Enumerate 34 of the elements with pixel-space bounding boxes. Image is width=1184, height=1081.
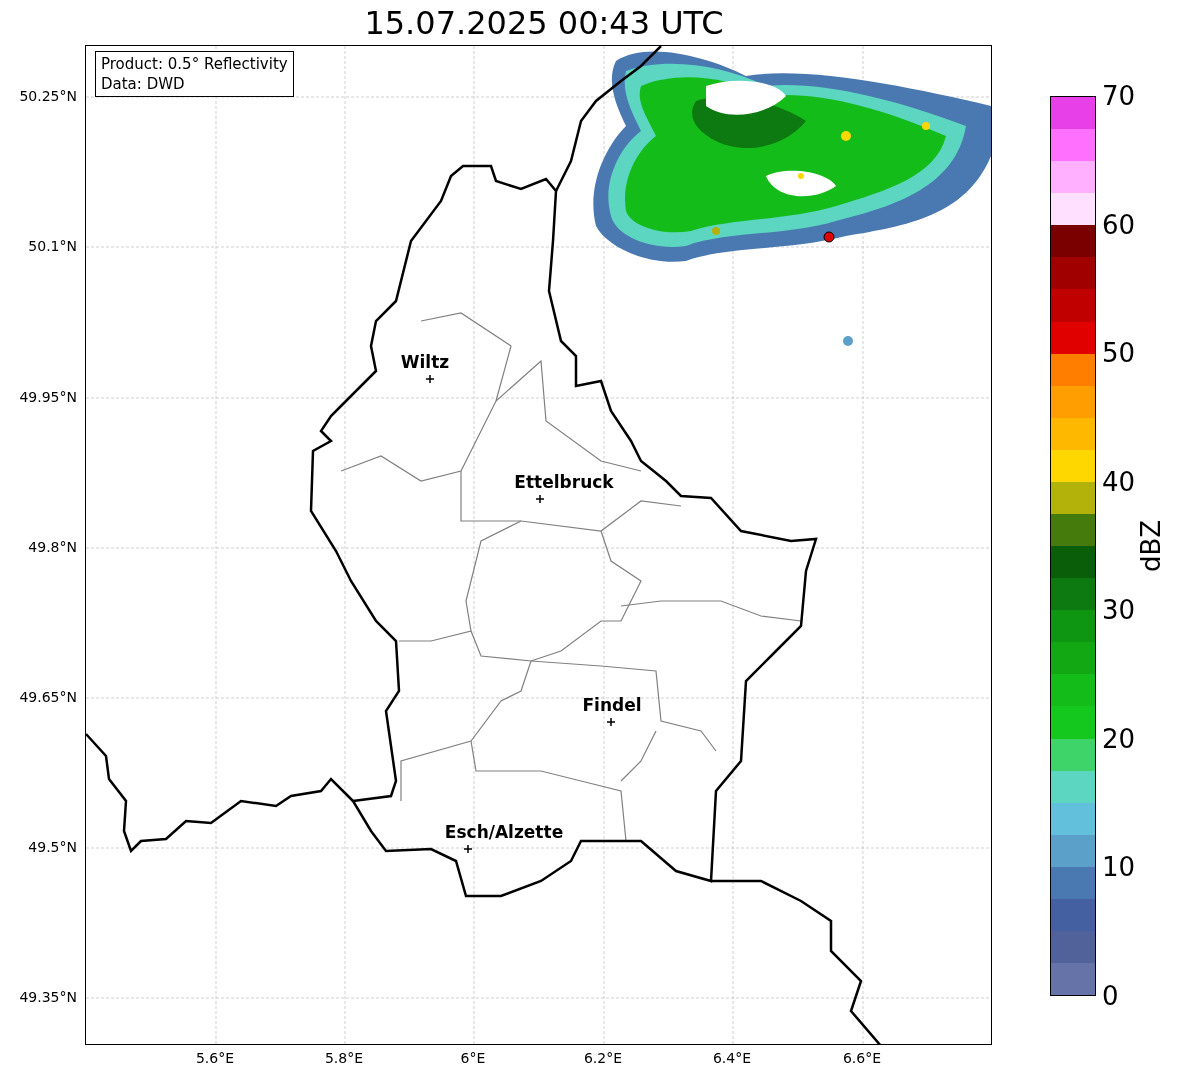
colorbar-tick-label: 20	[1102, 725, 1136, 752]
colorbar-tick-label: 60	[1102, 211, 1136, 238]
longitude-label: 6°E	[460, 1051, 486, 1065]
latitude-label: 49.8°N	[28, 540, 77, 554]
colorbar-tick-label: 10	[1102, 854, 1136, 881]
city-label: Findel	[582, 697, 642, 714]
colorbar-tick-label: 30	[1102, 597, 1136, 624]
info-text: Product: 0.5° Reflectivity	[101, 54, 288, 74]
colorbar-label: dBZ	[1138, 519, 1164, 573]
city-label: Wiltz	[400, 354, 450, 371]
colorbar-tick-label: 50	[1102, 340, 1136, 367]
city-marker-icon	[606, 717, 616, 727]
colorbar-tick-label: 70	[1102, 83, 1136, 109]
colorbar-tick-label: 0	[1102, 983, 1119, 1009]
longitude-label: 6.4°E	[712, 1051, 752, 1065]
city-marker-icon	[425, 374, 435, 384]
city-marker-icon	[535, 494, 545, 504]
radar-site-marker	[823, 231, 835, 243]
longitude-label: 5.6°E	[195, 1051, 235, 1065]
longitude-label: 5.8°E	[324, 1051, 364, 1065]
latitude-label: 49.95°N	[19, 390, 77, 404]
city-label: Ettelbruck	[514, 474, 614, 491]
figure-title: 15.07.2025 00:43 UTC	[364, 6, 724, 39]
latitude-label: 50.1°N	[28, 239, 77, 253]
latitude-label: 49.5°N	[28, 840, 77, 854]
info-text: Data: DWD	[101, 74, 186, 94]
longitude-label: 6.2°E	[583, 1051, 623, 1065]
longitude-label: 6.6°E	[842, 1051, 882, 1065]
latitude-label: 49.65°N	[19, 690, 77, 704]
colorbar-tick-label: 40	[1102, 468, 1136, 495]
latitude-label: 49.35°N	[19, 990, 77, 1004]
latitude-label: 50.25°N	[19, 89, 77, 103]
city-marker-icon	[463, 844, 473, 854]
city-label: Esch/Alzette	[444, 824, 564, 841]
